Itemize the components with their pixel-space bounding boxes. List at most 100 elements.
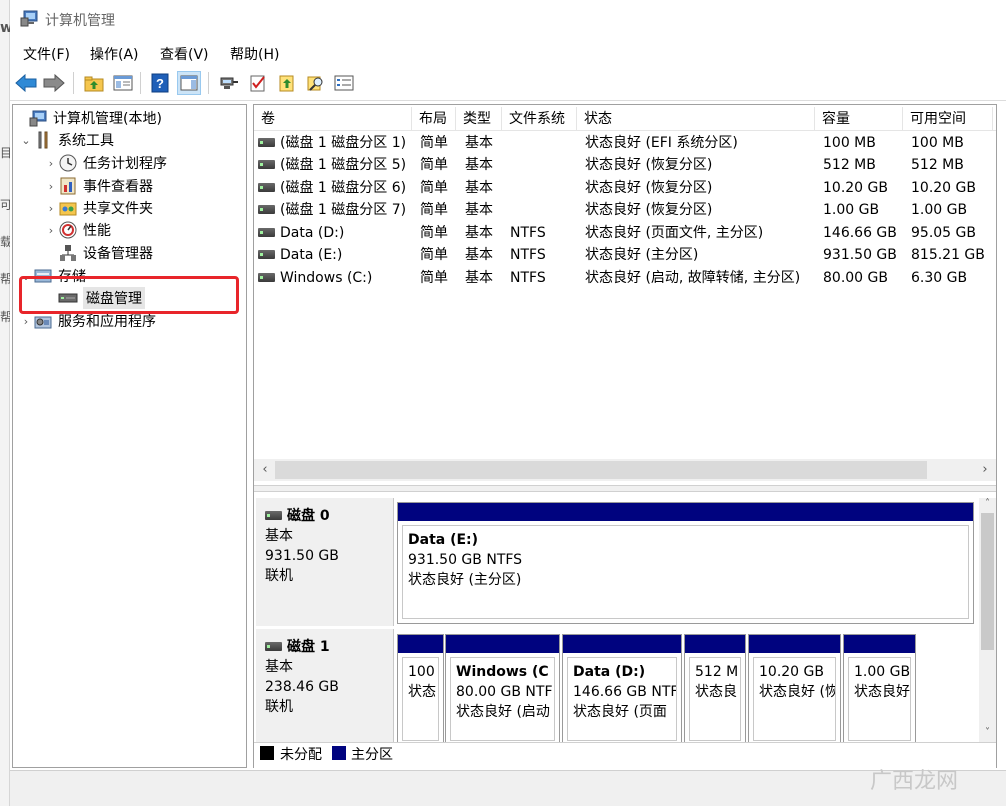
layout-cell: 简单 (420, 247, 448, 263)
partition-bar (398, 503, 973, 521)
type-cell: 基本 (465, 135, 493, 151)
type-cell: 基本 (465, 157, 493, 173)
partition-size: 10.20 GB (759, 664, 824, 680)
disk-type: 基本 (265, 528, 293, 544)
table-row[interactable]: (磁盘 1 磁盘分区 1) 简单 基本 状态良好 (EFI 系统分区) 100 … (254, 132, 996, 154)
disk-1-label[interactable]: 磁盘 1 基本 238.46 GB 联机 (256, 629, 394, 742)
list-icon[interactable] (332, 71, 356, 95)
chevron-right-icon[interactable]: › (44, 180, 58, 193)
help-icon[interactable]: ? (148, 71, 172, 95)
performance-icon (58, 221, 78, 239)
capacity-cell: 10.20 GB (823, 180, 888, 196)
partition-bar (398, 635, 443, 653)
export-icon[interactable] (275, 71, 299, 95)
chevron-right-icon[interactable]: › (44, 224, 58, 237)
table-row[interactable]: Data (D:) 简单 基本 NTFS 状态良好 (页面文件, 主分区) 14… (254, 222, 996, 244)
drive-icon (258, 137, 275, 147)
partition-title: Windows (C (456, 664, 549, 680)
status-cell: 状态良好 (主分区) (585, 247, 699, 263)
forward-icon[interactable] (42, 71, 66, 95)
check-icon[interactable] (246, 71, 270, 95)
toolbar-separator (208, 72, 209, 94)
back-icon[interactable] (14, 71, 38, 95)
background-window-edge (0, 0, 10, 806)
column-header-capacity[interactable]: 容量 (815, 107, 903, 131)
tree-item-event-viewer[interactable]: › 事件查看器 (44, 175, 153, 197)
pane-splitter[interactable] (254, 485, 996, 492)
tree-item-task-scheduler[interactable]: › 任务计划程序 (44, 152, 167, 174)
tree-item-performance[interactable]: › 性能 (44, 219, 111, 241)
scroll-left-icon[interactable]: ‹ (256, 461, 274, 479)
chevron-down-icon[interactable]: ⌄ (19, 134, 33, 147)
tree-item-shared-folders[interactable]: › 共享文件夹 (44, 197, 153, 219)
scrollbar-thumb[interactable] (275, 461, 927, 479)
menu-view[interactable]: 查看(V) (160, 44, 209, 64)
watermark-text: 广西龙网 (870, 769, 959, 794)
column-header-layout[interactable]: 布局 (412, 107, 456, 131)
partition-recovery-5[interactable]: 512 M 状态良 (684, 634, 746, 746)
type-cell: 基本 (465, 225, 493, 241)
legend-unallocated-label: 未分配 (280, 747, 322, 763)
scroll-right-icon[interactable]: › (976, 461, 994, 479)
status-cell: 状态良好 (恢复分区) (585, 202, 713, 218)
chevron-right-icon[interactable]: › (44, 157, 58, 170)
partition-windows-c[interactable]: Windows (C 80.00 GB NTF 状态良好 (启动 (445, 634, 560, 746)
partition-status: 状态良好 (854, 684, 910, 700)
legend-primary-label: 主分区 (351, 747, 393, 763)
menu-help[interactable]: 帮助(H) (230, 44, 279, 64)
menu-action[interactable]: 操作(A) (90, 44, 139, 64)
table-row[interactable]: Windows (C:) 简单 基本 NTFS 状态良好 (启动, 故障转储, … (254, 267, 996, 289)
partition-bar (685, 635, 745, 653)
chevron-right-icon[interactable]: › (44, 202, 58, 215)
chevron-right-icon[interactable]: › (19, 315, 33, 328)
partition-data-d[interactable]: Data (D:) 146.66 GB NTF 状态良好 (页面 (562, 634, 682, 746)
scrollbar-thumb[interactable] (981, 513, 994, 650)
free-space-cell: 10.20 GB (911, 180, 976, 196)
connect-icon[interactable] (217, 71, 241, 95)
menu-file[interactable]: 文件(F) (23, 44, 70, 64)
column-header-volume[interactable]: 卷 (254, 107, 412, 131)
tree-item-label: 性能 (83, 223, 111, 239)
scroll-down-icon[interactable]: ˅ (981, 727, 994, 739)
partition-size: 100 (408, 664, 435, 680)
free-space-cell: 6.30 GB (911, 270, 968, 286)
svg-text:?: ? (156, 76, 164, 91)
free-space-cell: 95.05 GB (911, 225, 976, 241)
event-viewer-icon (58, 177, 78, 195)
table-row[interactable]: (磁盘 1 磁盘分区 7) 简单 基本 状态良好 (恢复分区) 1.00 GB … (254, 199, 996, 221)
table-row[interactable]: Data (E:) 简单 基本 NTFS 状态良好 (主分区) 931.50 G… (254, 244, 996, 266)
free-space-cell: 512 MB (911, 157, 964, 173)
disk-0-label[interactable]: 磁盘 0 基本 931.50 GB 联机 (256, 498, 394, 626)
background-window-text: 帮 (0, 310, 10, 324)
partition-bar (563, 635, 681, 653)
tree-item-device-manager[interactable]: 设备管理器 (44, 242, 153, 264)
table-row[interactable]: (磁盘 1 磁盘分区 5) 简单 基本 状态良好 (恢复分区) 512 MB 5… (254, 154, 996, 176)
drive-icon (258, 227, 275, 237)
layout-cell: 简单 (420, 202, 448, 218)
tree-item-label: 设备管理器 (83, 246, 153, 262)
table-row[interactable]: (磁盘 1 磁盘分区 6) 简单 基本 状态良好 (恢复分区) 10.20 GB… (254, 177, 996, 199)
column-header-status[interactable]: 状态 (577, 107, 815, 131)
title-bar[interactable] (10, 0, 1006, 38)
disk-icon (265, 510, 282, 520)
scroll-up-icon[interactable]: ˄ (981, 498, 994, 510)
partition-efi[interactable]: 100 状态 (397, 634, 444, 746)
up-folder-icon[interactable] (82, 71, 106, 95)
partition-status: 状态良好 (恢 (759, 684, 836, 700)
tree-item-system-tools[interactable]: ⌄ 系统工具 (19, 129, 114, 151)
partition-recovery-6[interactable]: 10.20 GB 状态良好 (恢 (748, 634, 841, 746)
partition-data-e[interactable]: Data (E:) 931.50 GB NTFS 状态良好 (主分区) (397, 502, 974, 624)
column-header-free-space[interactable]: 可用空间 (903, 107, 993, 131)
find-icon[interactable] (304, 71, 328, 95)
properties-pane-icon[interactable] (177, 71, 201, 95)
partition-recovery-7[interactable]: 1.00 GB 状态良好 (843, 634, 916, 746)
tree-item-label: 事件查看器 (83, 179, 153, 195)
computer-management-icon (20, 10, 38, 27)
drive-icon (258, 159, 275, 169)
column-header-filesystem[interactable]: 文件系统 (502, 107, 577, 131)
show-hide-tree-icon[interactable] (111, 71, 135, 95)
column-header-type[interactable]: 类型 (456, 107, 502, 131)
tree-item-label: 任务计划程序 (83, 156, 167, 172)
background-window-text: 帮 (0, 272, 10, 286)
tree-item-computer-management[interactable]: 计算机管理(本地) (14, 107, 162, 129)
